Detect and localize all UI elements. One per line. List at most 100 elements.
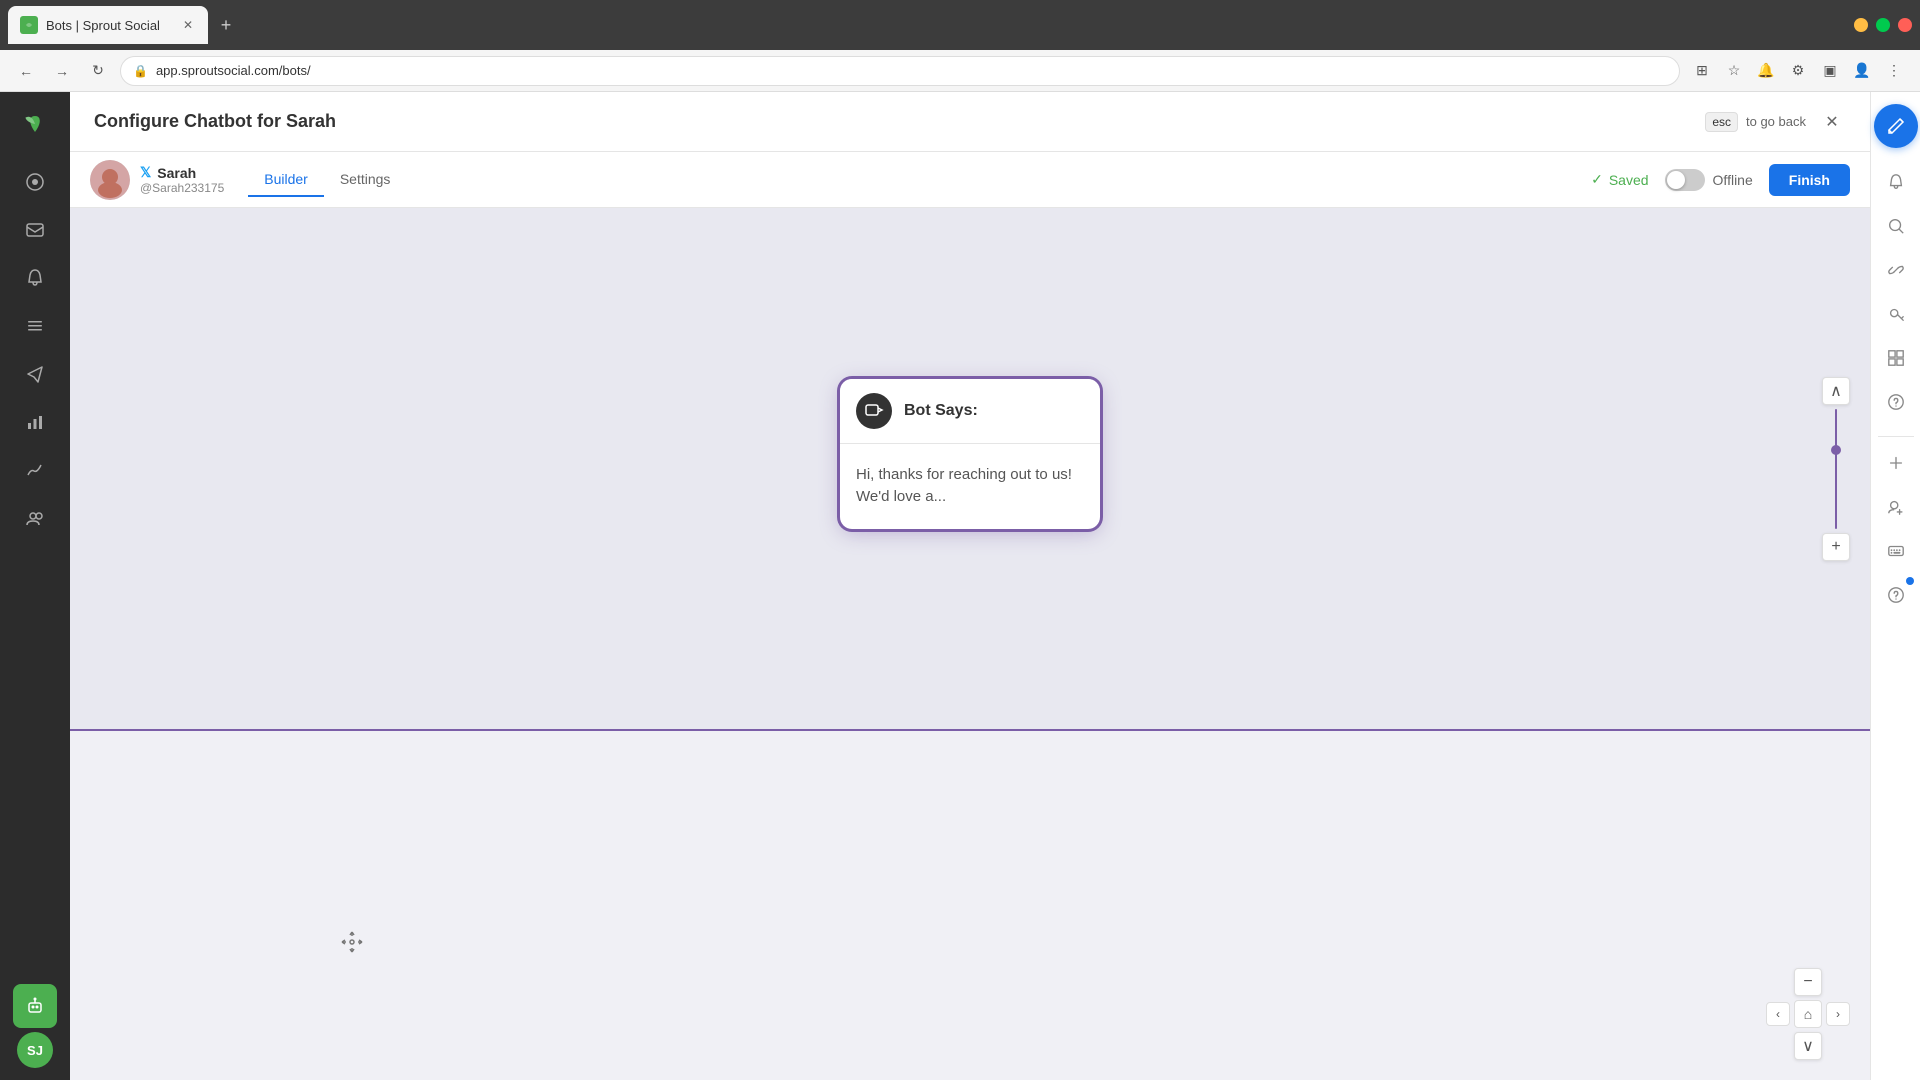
bot-node-body: Hi, thanks for reaching out to us! We'd … bbox=[840, 444, 1100, 529]
browser-toolbar: ← → ↻ 🔒 app.sproutsocial.com/bots/ ⊞ ☆ 🔔… bbox=[0, 50, 1920, 92]
zoom-minus-button[interactable]: − bbox=[1794, 968, 1822, 996]
toggle-knob bbox=[1667, 171, 1685, 189]
zoom-slider-track[interactable] bbox=[1835, 409, 1837, 529]
offline-toggle-wrapper: Offline bbox=[1665, 169, 1753, 191]
user-avatar[interactable]: SJ bbox=[17, 1032, 53, 1068]
right-search-button[interactable] bbox=[1878, 208, 1914, 244]
sidebar-item-bots[interactable] bbox=[13, 984, 57, 1028]
extensions-icon[interactable]: ⊞ bbox=[1688, 57, 1716, 85]
help-dot-indicator bbox=[1906, 577, 1914, 585]
bookmark-icon[interactable]: ☆ bbox=[1720, 57, 1748, 85]
bot-node-header: Bot Says: bbox=[840, 379, 1100, 444]
puzzle-icon[interactable]: ⚙ bbox=[1784, 57, 1812, 85]
bot-avatar bbox=[90, 160, 130, 200]
sidebar-item-inbox[interactable] bbox=[13, 208, 57, 252]
bot-node-icon bbox=[856, 393, 892, 429]
esc-hint-text: to go back bbox=[1746, 114, 1806, 129]
bot-info: 𝕏 Sarah @Sarah233175 bbox=[140, 164, 224, 195]
tab-close-button[interactable]: ✕ bbox=[180, 17, 196, 33]
window-minimize[interactable] bbox=[1854, 18, 1868, 32]
tab-bar: Bots | Sprout Social ✕ + bbox=[0, 0, 1920, 50]
window-close[interactable] bbox=[1898, 18, 1912, 32]
right-help2-button[interactable] bbox=[1878, 577, 1914, 613]
esc-key: esc bbox=[1705, 112, 1738, 132]
canvas-area[interactable]: Bot Says: Hi, thanks for reaching out to… bbox=[70, 208, 1870, 1080]
new-tab-button[interactable]: + bbox=[212, 11, 240, 39]
esc-hint: esc to go back bbox=[1705, 112, 1806, 132]
refresh-button[interactable]: ↻ bbox=[84, 57, 112, 85]
move-cursor-icon bbox=[340, 930, 364, 960]
nav-next-button[interactable]: › bbox=[1826, 1002, 1850, 1026]
forward-button[interactable]: → bbox=[48, 57, 76, 85]
zoom-plus-button[interactable]: + bbox=[1822, 533, 1850, 561]
tab-favicon bbox=[20, 16, 38, 34]
nav-prev-button[interactable]: ‹ bbox=[1766, 1002, 1790, 1026]
right-link-button[interactable] bbox=[1878, 252, 1914, 288]
sidebar-item-publishing[interactable] bbox=[13, 352, 57, 396]
account-icon[interactable]: 👤 bbox=[1848, 57, 1876, 85]
zoom-slider-container[interactable] bbox=[1835, 409, 1837, 529]
bot-node-card[interactable]: Bot Says: Hi, thanks for reaching out to… bbox=[840, 379, 1100, 529]
sidebar-item-notifications[interactable] bbox=[13, 256, 57, 300]
home-button[interactable]: ⌂ bbox=[1794, 1000, 1822, 1028]
finish-button[interactable]: Finish bbox=[1769, 164, 1850, 196]
page-title: Configure Chatbot for Sarah bbox=[94, 111, 336, 132]
right-grid-button[interactable] bbox=[1878, 340, 1914, 376]
menu-icon[interactable]: ⋮ bbox=[1880, 57, 1908, 85]
right-keyboard-button[interactable] bbox=[1878, 533, 1914, 569]
close-button[interactable]: ✕ bbox=[1818, 108, 1846, 136]
tab-settings[interactable]: Settings bbox=[324, 163, 407, 197]
app-container: SJ Configure Chatbot for Sarah esc to go… bbox=[0, 92, 1920, 1080]
zoom-up-button[interactable]: ∧ bbox=[1822, 377, 1850, 405]
canvas-lower: − ‹ ⌂ › ∨ bbox=[70, 731, 1870, 1080]
zoom-slider-thumb bbox=[1831, 445, 1841, 455]
bot-node-text: Hi, thanks for reaching out to us! We'd … bbox=[856, 466, 1072, 506]
address-bar[interactable]: 🔒 app.sproutsocial.com/bots/ bbox=[120, 56, 1680, 86]
saved-checkmark: ✓ bbox=[1591, 171, 1603, 188]
profile-icon[interactable]: 🔔 bbox=[1752, 57, 1780, 85]
right-key-button[interactable] bbox=[1878, 296, 1914, 332]
bot-toolbar: 𝕏 Sarah @Sarah233175 Builder Settings ✓ … bbox=[70, 152, 1870, 208]
sidebar-item-dashboard[interactable] bbox=[13, 160, 57, 204]
saved-label: Saved bbox=[1609, 172, 1649, 188]
saved-indicator: ✓ Saved bbox=[1591, 171, 1648, 188]
sidebar-item-analytics[interactable] bbox=[13, 400, 57, 444]
header-actions: esc to go back ✕ bbox=[1705, 108, 1846, 136]
sidebar-toggle[interactable]: ▣ bbox=[1816, 57, 1844, 85]
page-header: Configure Chatbot for Sarah esc to go ba… bbox=[70, 92, 1870, 152]
bottom-nav-controls: − ‹ ⌂ › ∨ bbox=[1766, 968, 1850, 1060]
sidebar-item-groups[interactable] bbox=[13, 496, 57, 540]
right-add-button[interactable] bbox=[1878, 445, 1914, 481]
sidebar-bottom: SJ bbox=[13, 984, 57, 1068]
main-content: Configure Chatbot for Sarah esc to go ba… bbox=[70, 92, 1870, 1080]
divider bbox=[1878, 436, 1914, 437]
tab-builder[interactable]: Builder bbox=[248, 163, 324, 197]
url-display: app.sproutsocial.com/bots/ bbox=[156, 63, 311, 78]
bot-profile: 𝕏 Sarah @Sarah233175 bbox=[90, 160, 224, 200]
right-help-button[interactable] bbox=[1878, 384, 1914, 420]
zoom-controls: ∧ + bbox=[1822, 377, 1850, 561]
left-sidebar: SJ bbox=[0, 92, 70, 1080]
browser-tab-active[interactable]: Bots | Sprout Social ✕ bbox=[8, 6, 208, 44]
right-notifications-button[interactable] bbox=[1878, 164, 1914, 200]
zoom-down-button[interactable]: ∨ bbox=[1794, 1032, 1822, 1060]
tab-title: Bots | Sprout Social bbox=[46, 18, 172, 33]
right-user-add-button[interactable] bbox=[1878, 489, 1914, 525]
right-sidebar bbox=[1870, 92, 1920, 1080]
toolbar-actions: ⊞ ☆ 🔔 ⚙ ▣ 👤 ⋮ bbox=[1688, 57, 1908, 85]
tab-navigation: Builder Settings bbox=[248, 163, 406, 197]
twitter-icon: 𝕏 bbox=[140, 164, 151, 181]
sidebar-item-tasks[interactable] bbox=[13, 304, 57, 348]
sprout-logo[interactable] bbox=[15, 104, 55, 144]
bot-name: 𝕏 Sarah bbox=[140, 164, 224, 181]
nav-arrows: ‹ ⌂ › bbox=[1766, 1000, 1850, 1028]
window-controls bbox=[1854, 18, 1912, 32]
bot-node-title: Bot Says: bbox=[904, 402, 978, 420]
sidebar-item-reports[interactable] bbox=[13, 448, 57, 492]
offline-toggle[interactable] bbox=[1665, 169, 1705, 191]
canvas-upper: Bot Says: Hi, thanks for reaching out to… bbox=[70, 208, 1870, 731]
window-maximize[interactable] bbox=[1876, 18, 1890, 32]
compose-fab[interactable] bbox=[1874, 104, 1918, 148]
toolbar-right: ✓ Saved Offline Finish bbox=[1591, 164, 1850, 196]
back-button[interactable]: ← bbox=[12, 57, 40, 85]
